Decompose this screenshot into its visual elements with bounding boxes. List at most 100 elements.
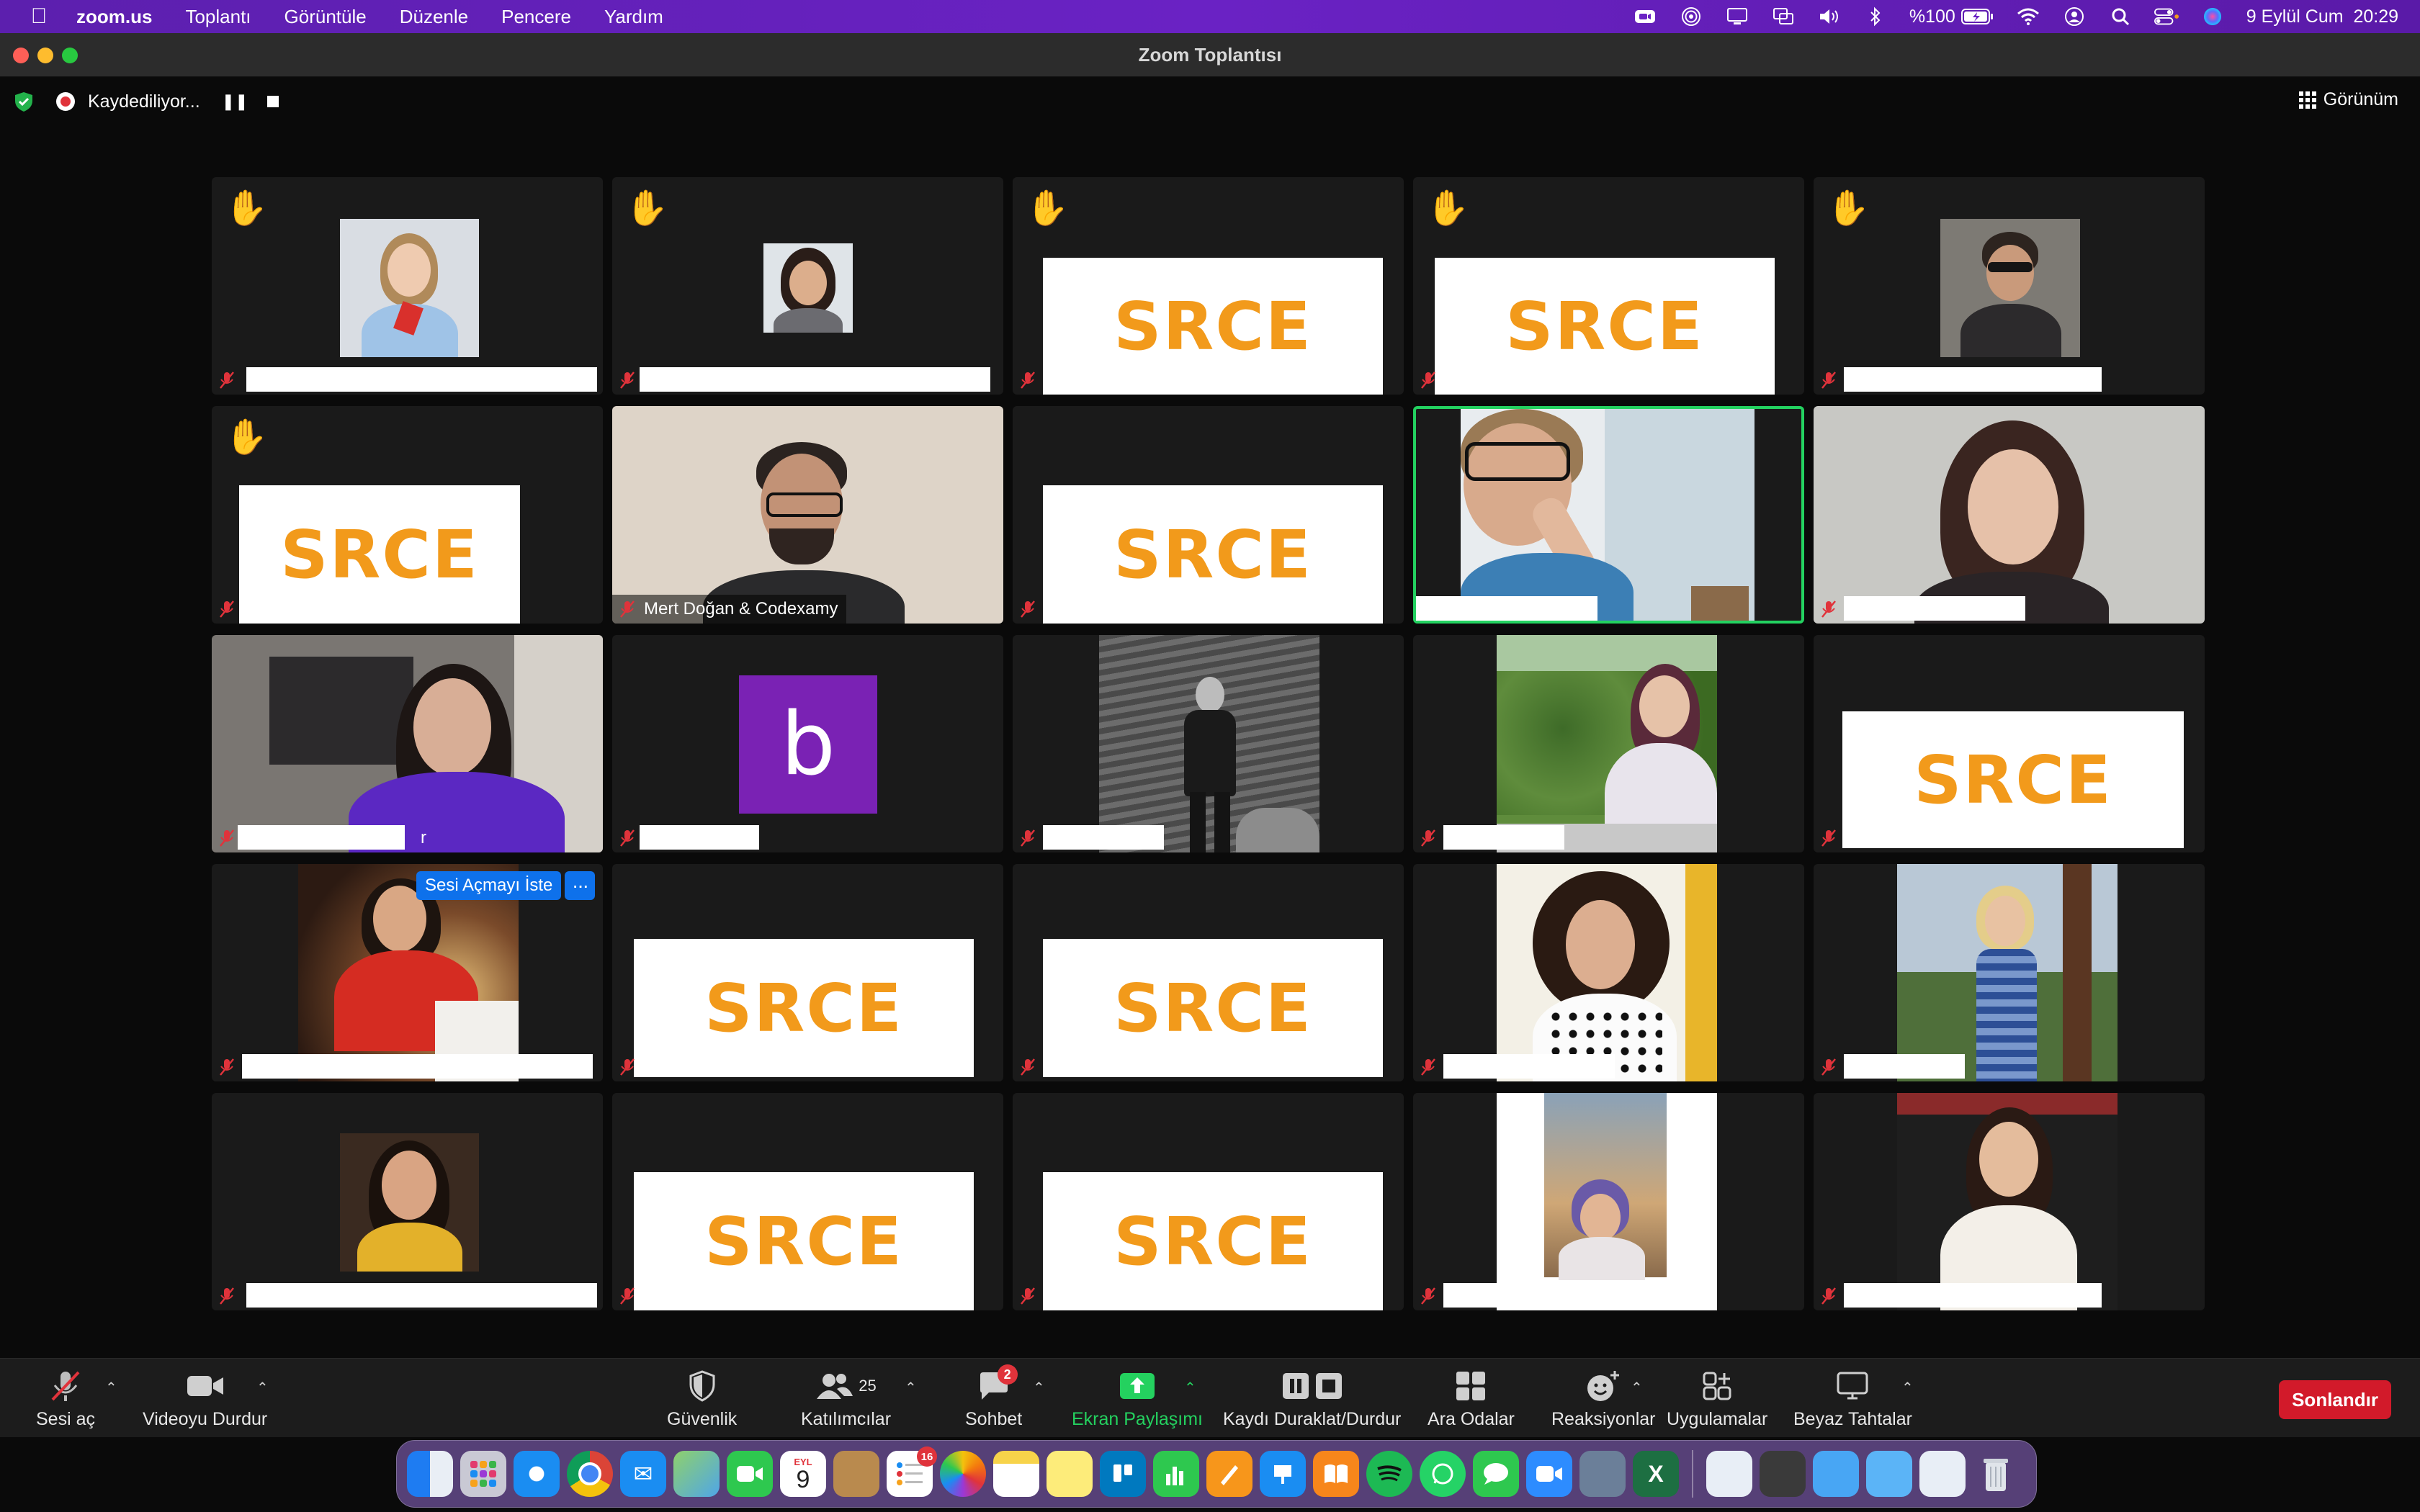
participant-tile[interactable]: b [612, 635, 1003, 852]
spotify-icon[interactable] [1366, 1451, 1412, 1497]
whiteboard-options-caret-icon[interactable]: ⌃ [1901, 1379, 1914, 1397]
facetime-icon[interactable] [727, 1451, 773, 1497]
whiteboards-button[interactable]: Beyaz Tahtalar [1793, 1369, 1912, 1430]
reactions-options-caret-icon[interactable]: ⌃ [1631, 1379, 1643, 1397]
participant-more-button[interactable]: ··· [565, 871, 595, 900]
participants-button[interactable]: 25 Katılımcılar [801, 1369, 891, 1430]
encryption-shield-icon[interactable] [13, 91, 35, 112]
chrome-icon[interactable] [567, 1451, 613, 1497]
reminders-icon[interactable]: 16 [887, 1446, 937, 1497]
control-center-icon[interactable] [2154, 7, 2179, 26]
pages-icon[interactable] [1206, 1451, 1252, 1497]
view-button[interactable]: Görünüm [2298, 89, 2398, 110]
participant-tile[interactable]: Sesi Açmayı İste ··· [212, 864, 603, 1081]
menu-pencere[interactable]: Pencere [501, 6, 571, 28]
participant-tile[interactable] [1814, 406, 2205, 624]
menu-app-name[interactable]: zoom.us [76, 6, 152, 28]
participant-tile[interactable] [1814, 1093, 2205, 1310]
participant-tile[interactable]: SRCE ✋ [1013, 177, 1404, 395]
recording-pause-icon[interactable]: ❚❚ [222, 92, 248, 111]
user-account-icon[interactable] [2062, 7, 2087, 26]
menubar-clock[interactable]: 9 Eylül Cum 20:29 [2246, 6, 2398, 27]
participant-tile[interactable]: ✋ [612, 177, 1003, 395]
active-speaker-tile[interactable] [1413, 406, 1804, 624]
launchpad-icon[interactable] [460, 1451, 506, 1497]
share-screen-button[interactable]: Ekran Paylaşımı [1072, 1369, 1203, 1430]
preview-icon[interactable] [1579, 1451, 1626, 1497]
unmute-button[interactable]: Sesi aç [36, 1369, 95, 1430]
documents-stack-icon[interactable] [1706, 1451, 1752, 1497]
apple-menu-icon[interactable]:  [26, 4, 52, 29]
video-options-caret-icon[interactable]: ⌃ [256, 1379, 269, 1397]
maps-icon[interactable] [673, 1451, 720, 1497]
participant-tile[interactable]: ✋ [212, 177, 603, 395]
participant-tile[interactable]: ✋ [1814, 177, 2205, 395]
participants-options-caret-icon[interactable]: ⌃ [905, 1379, 917, 1397]
menu-duzenle[interactable]: Düzenle [400, 6, 468, 28]
messages-icon[interactable] [1473, 1451, 1519, 1497]
participant-tile[interactable]: SRCE ✋ [212, 406, 603, 624]
reactions-button[interactable]: Reaksiyonlar [1551, 1369, 1656, 1430]
apps-button[interactable]: Uygulamalar [1667, 1369, 1767, 1430]
participant-tile[interactable]: SRCE [612, 1093, 1003, 1310]
numbers-icon[interactable] [1153, 1451, 1199, 1497]
participant-tile[interactable] [1013, 635, 1404, 852]
participant-tile[interactable] [1413, 635, 1804, 852]
share-options-caret-icon[interactable]: ⌃ [1184, 1379, 1196, 1397]
participant-tile[interactable]: r [212, 635, 603, 852]
participant-tile[interactable] [1814, 864, 2205, 1081]
trello-icon[interactable] [1100, 1451, 1146, 1497]
airdrop-icon[interactable] [1679, 7, 1703, 26]
participant-tile[interactable]: SRCE [1814, 635, 2205, 852]
participant-tile[interactable]: SRCE [1013, 406, 1404, 624]
contacts-icon[interactable] [833, 1451, 879, 1497]
audio-options-caret-icon[interactable]: ⌃ [105, 1379, 117, 1397]
participant-tile[interactable] [1413, 864, 1804, 1081]
zoom-dock-icon[interactable] [1526, 1451, 1572, 1497]
mail-icon[interactable]: ✉ [620, 1451, 666, 1497]
menu-yardim[interactable]: Yardım [604, 6, 663, 28]
menu-goruntule[interactable]: Görüntüle [284, 6, 367, 28]
downloads-folder-icon[interactable] [1866, 1451, 1912, 1497]
keynote-icon[interactable] [1260, 1451, 1306, 1497]
participant-tile[interactable]: SRCE ✋ [1413, 177, 1804, 395]
ask-to-unmute-button[interactable]: Sesi Açmayı İste [416, 871, 562, 900]
spotlight-search-icon[interactable] [2108, 7, 2133, 26]
bluetooth-icon[interactable] [1863, 6, 1888, 27]
end-meeting-button[interactable]: Sonlandır [2279, 1380, 2391, 1419]
participant-tile[interactable]: SRCE [1013, 1093, 1404, 1310]
finder-icon[interactable] [407, 1451, 453, 1497]
participant-tile[interactable]: Mert Doğan & Codexamy [612, 406, 1003, 624]
participant-tile[interactable] [212, 1093, 603, 1310]
chat-button[interactable]: 2 Sohbet [965, 1364, 1022, 1430]
zoom-status-icon[interactable] [1633, 7, 1657, 26]
recent-screenshot-icon[interactable] [1760, 1451, 1806, 1497]
security-button[interactable]: Güvenlik [667, 1369, 737, 1430]
wifi-icon[interactable] [2016, 7, 2040, 26]
breakout-rooms-button[interactable]: Ara Odalar [1428, 1369, 1515, 1430]
calendar-icon[interactable]: EYL 9 [780, 1451, 826, 1497]
volume-icon[interactable] [1817, 7, 1842, 26]
participant-tile[interactable]: SRCE [612, 864, 1003, 1081]
photos-icon[interactable] [940, 1451, 986, 1497]
siri-icon[interactable] [2200, 7, 2225, 26]
notes-icon[interactable] [993, 1451, 1039, 1497]
participant-tile[interactable] [1413, 1093, 1804, 1310]
excel-icon[interactable]: X [1633, 1451, 1679, 1497]
file-stack-icon[interactable] [1919, 1451, 1966, 1497]
battery-indicator[interactable]: %100 [1909, 6, 1994, 27]
stickies-icon[interactable] [1047, 1451, 1093, 1497]
chat-options-caret-icon[interactable]: ⌃ [1033, 1379, 1045, 1397]
stop-video-button[interactable]: Videoyu Durdur [143, 1369, 267, 1430]
books-icon[interactable] [1313, 1451, 1359, 1497]
whatsapp-icon[interactable] [1420, 1451, 1466, 1497]
menu-toplanti[interactable]: Toplantı [185, 6, 251, 28]
trash-icon[interactable] [1973, 1451, 2019, 1497]
participant-tile[interactable]: SRCE [1013, 864, 1404, 1081]
pause-stop-recording-button[interactable]: Kaydı Duraklat/Durdur [1223, 1369, 1401, 1430]
recording-stop-icon[interactable] [266, 96, 279, 107]
display-icon[interactable] [1725, 7, 1749, 26]
safari-icon[interactable] [514, 1451, 560, 1497]
folder-icon[interactable] [1813, 1451, 1859, 1497]
screen-mirroring-icon[interactable] [1771, 7, 1796, 26]
